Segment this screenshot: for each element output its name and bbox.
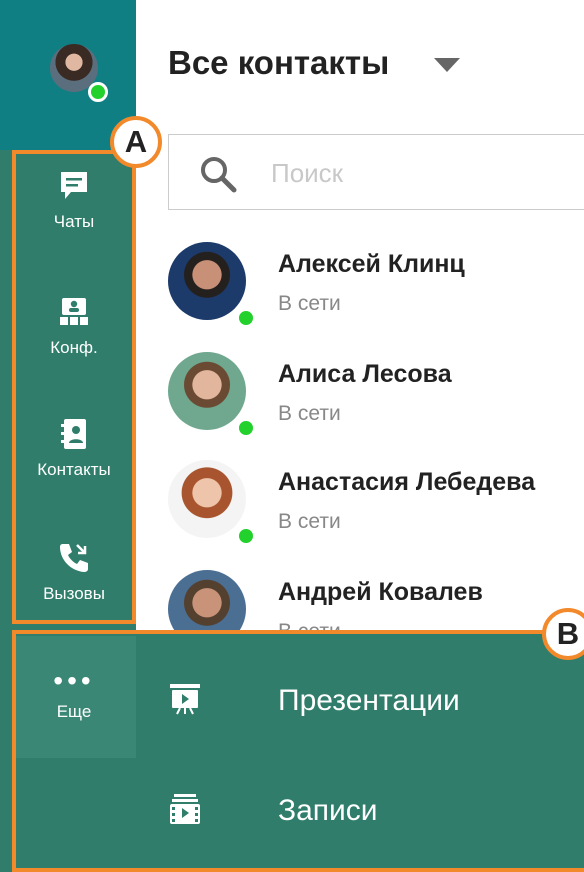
- online-status-indicator: [236, 308, 256, 328]
- contact-name: Анастасия Лебедева: [278, 468, 536, 496]
- online-status-indicator: [88, 82, 108, 102]
- search-input[interactable]: [269, 157, 573, 189]
- contact-item[interactable]: Алексей Клинц В сети: [168, 242, 584, 342]
- contact-status: В сети: [278, 292, 341, 315]
- contact-name: Алиса Лесова: [278, 360, 452, 388]
- callout-b-outline: [12, 630, 584, 872]
- contacts-panel: Все контакты Алексей Клинц В сети Алиса …: [136, 0, 584, 656]
- callout-a-badge: A: [110, 116, 162, 168]
- callout-a-outline: [12, 150, 136, 624]
- avatar: [168, 352, 246, 430]
- contact-status: В сети: [278, 402, 341, 425]
- contact-status: В сети: [278, 510, 341, 533]
- contact-item[interactable]: Алиса Лесова В сети: [168, 352, 584, 452]
- avatar: [168, 460, 246, 538]
- search-box: [168, 134, 584, 210]
- online-status-indicator: [236, 418, 256, 438]
- avatar: [168, 242, 246, 320]
- contact-name: Андрей Ковалев: [278, 578, 483, 606]
- user-avatar[interactable]: [50, 44, 108, 102]
- search-icon: [199, 155, 239, 200]
- page-title: Все контакты: [168, 44, 390, 81]
- contact-name: Алексей Клинц: [278, 250, 465, 278]
- chevron-down-icon[interactable]: [434, 58, 460, 72]
- contact-item[interactable]: Анастасия Лебедева В сети: [168, 460, 584, 560]
- online-status-indicator: [236, 526, 256, 546]
